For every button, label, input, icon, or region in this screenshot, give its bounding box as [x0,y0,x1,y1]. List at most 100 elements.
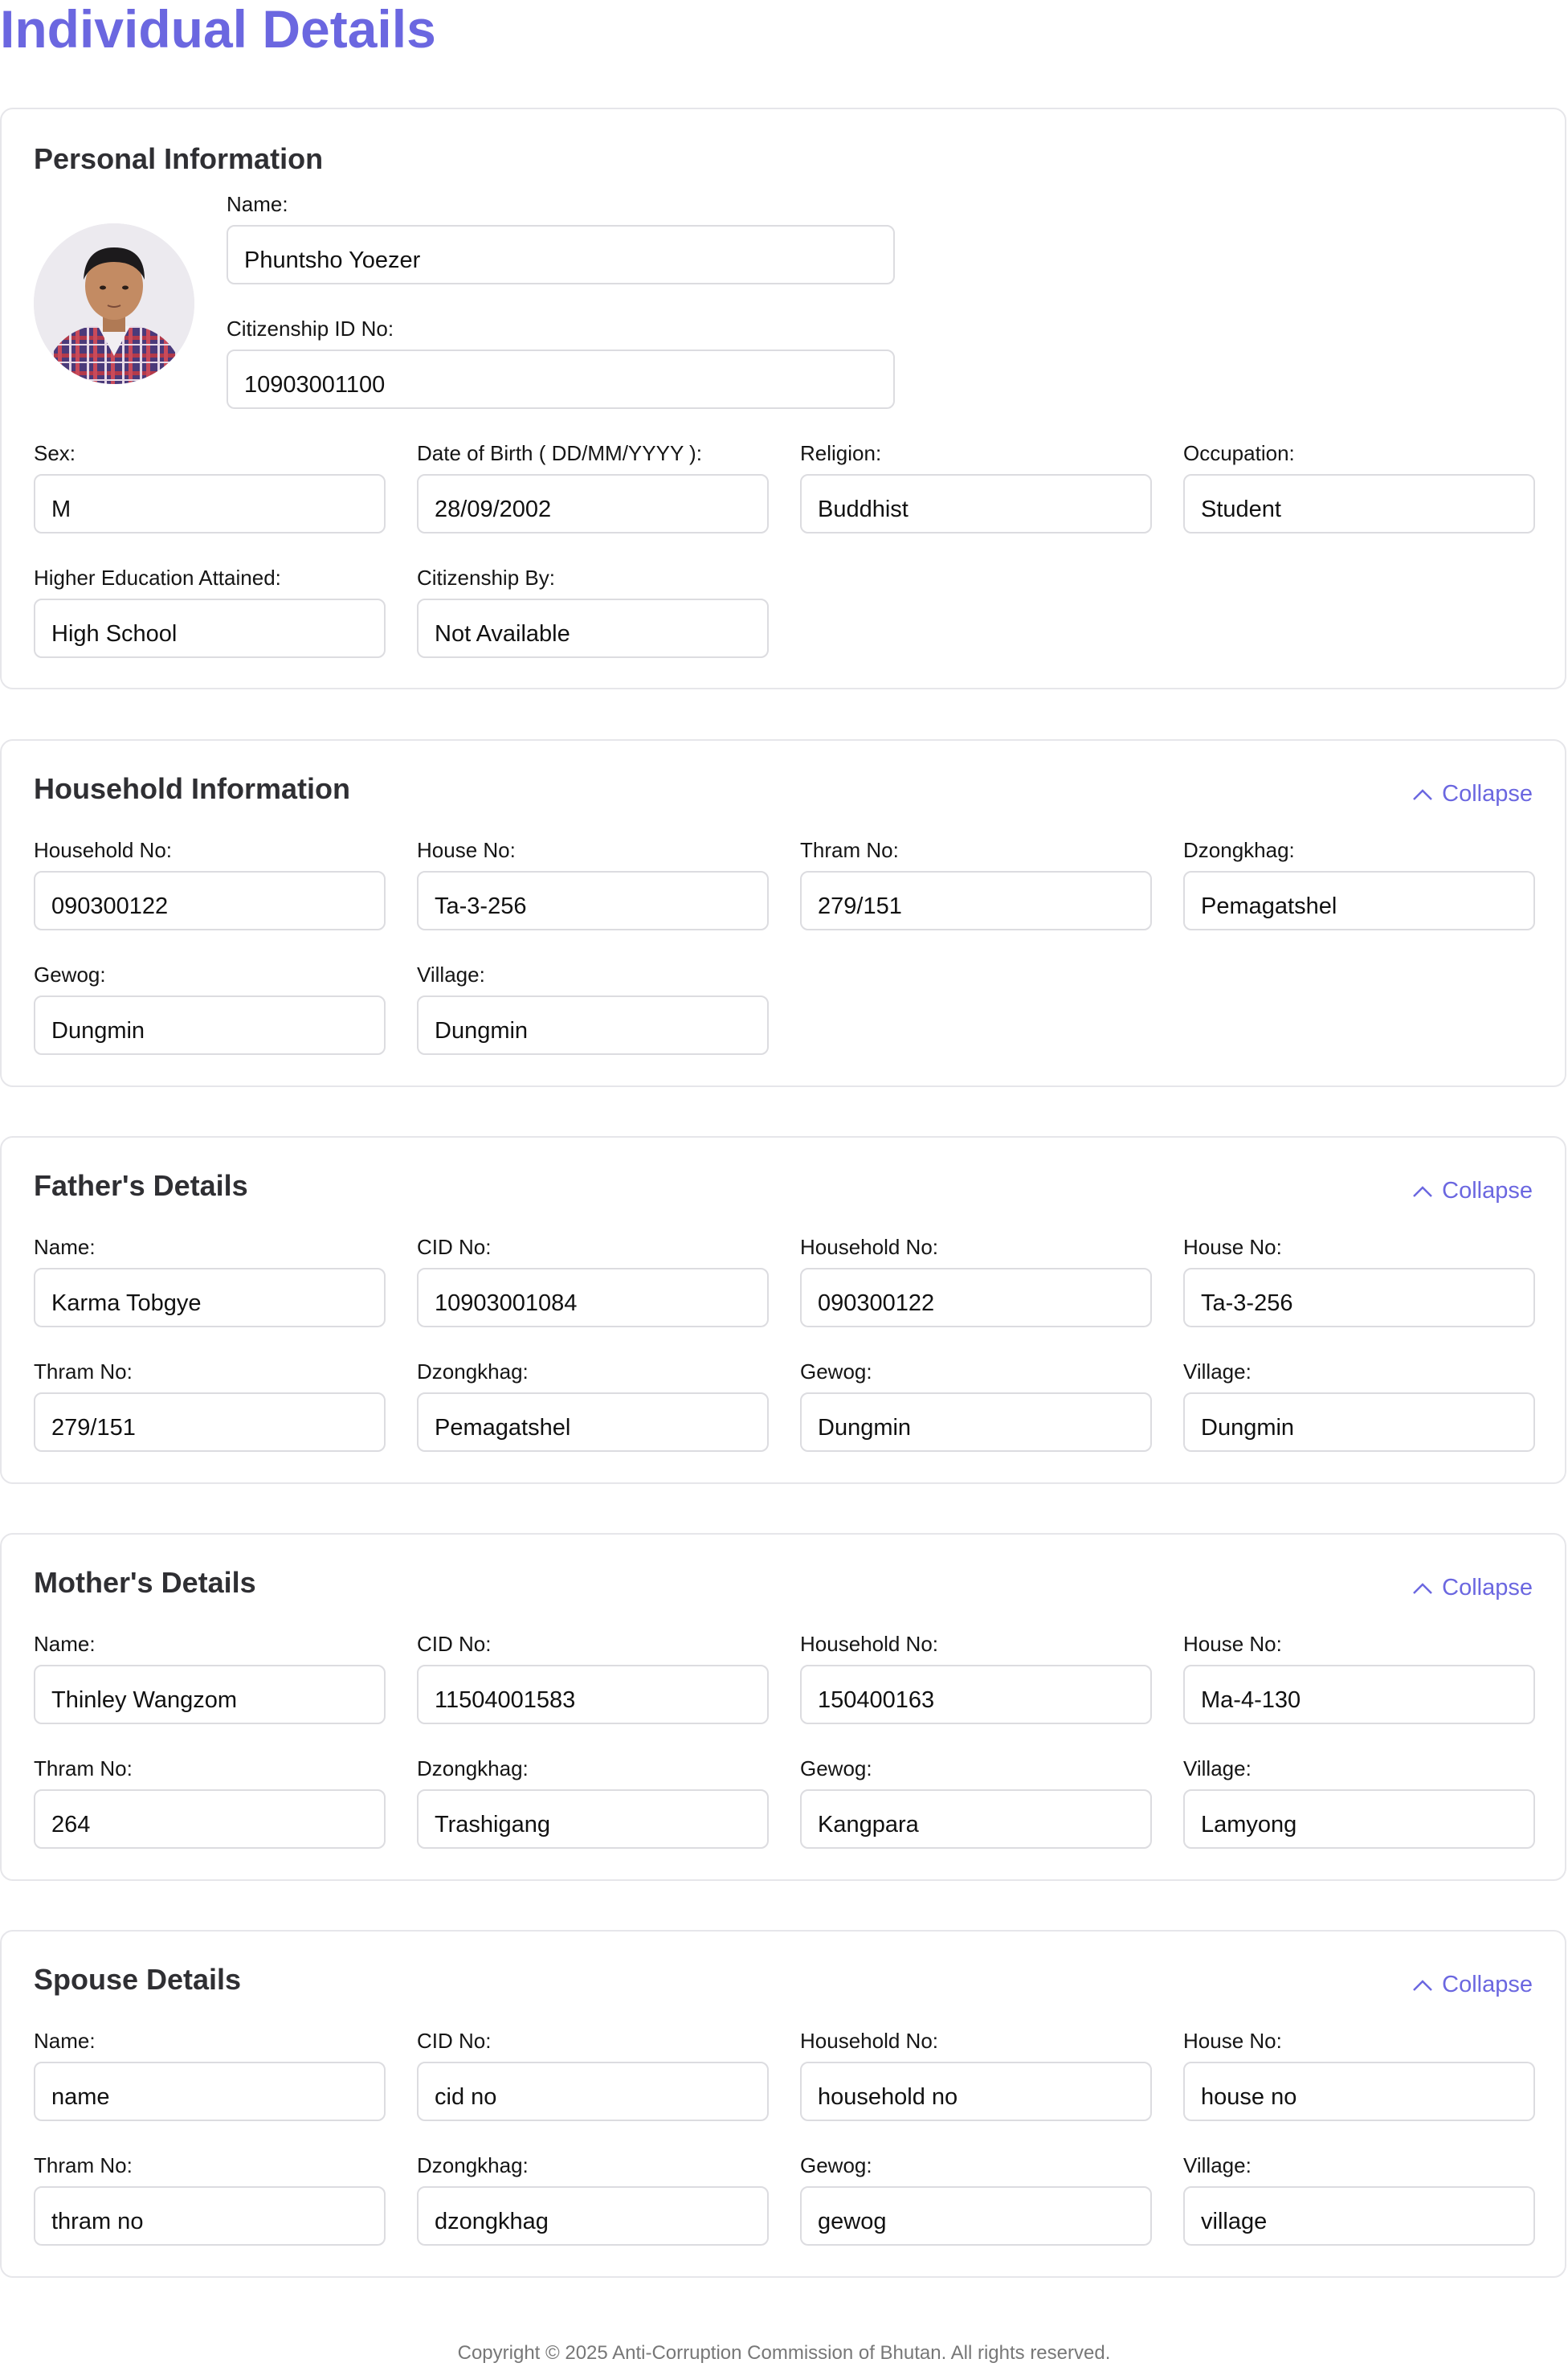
household-gewog-input[interactable] [34,995,386,1055]
personal-sex-field: Sex: [34,440,386,533]
personal-education-input[interactable] [34,599,386,658]
personal-education-label: Higher Education Attained: [34,566,281,590]
personal-name-label: Name: [227,192,288,216]
household-village-input[interactable] [417,995,769,1055]
household-house-no-input[interactable] [417,871,769,930]
household-dzongkhag-input[interactable] [1183,871,1535,930]
father-name-label: Name: [34,1235,96,1259]
father-house-no-input[interactable] [1183,1268,1535,1327]
mother-gewog-field: Gewog: [800,1756,1152,1849]
father-house-no-label: House No: [1183,1235,1282,1259]
father-gewog-input[interactable] [800,1392,1152,1452]
spouse-collapse-button[interactable]: Collapse [1411,1972,1533,1998]
spouse-thram-no-input[interactable] [34,2186,386,2246]
mother-gewog-label: Gewog: [800,1756,872,1780]
mother-dzongkhag-input[interactable] [417,1789,769,1849]
father-thram-no-field: Thram No: [34,1359,386,1452]
mother-village-label: Village: [1183,1756,1252,1780]
father-dzongkhag-input[interactable] [417,1392,769,1452]
mother-household-no-input[interactable] [800,1665,1152,1724]
father-details-title: Father's Details [34,1169,248,1202]
chevron-up-icon [1413,1979,1433,1991]
mother-thram-no-field: Thram No: [34,1756,386,1849]
household-no-input[interactable] [34,871,386,930]
personal-occupation-field: Occupation: [1183,440,1535,533]
household-house-no-field: House No: [417,837,769,930]
mother-cid-input[interactable] [417,1665,769,1724]
father-household-no-field: Household No: [800,1234,1152,1327]
spouse-household-no-input[interactable] [800,2062,1152,2121]
spouse-dzongkhag-input[interactable] [417,2186,769,2246]
personal-citizenship-by-field: Citizenship By: [417,565,769,658]
father-cid-field: CID No: [417,1234,769,1327]
personal-name-input[interactable] [227,225,895,284]
mother-name-input[interactable] [34,1665,386,1724]
father-details-card: Father's Details Collapse Name: CID No: … [0,1136,1566,1484]
personal-dob-input[interactable] [417,474,769,533]
father-dzongkhag-field: Dzongkhag: [417,1359,769,1452]
spouse-cid-label: CID No: [417,2029,492,2053]
mother-house-no-input[interactable] [1183,1665,1535,1724]
mother-household-no-label: Household No: [800,1632,938,1656]
household-dzongkhag-label: Dzongkhag: [1183,838,1295,862]
spouse-name-label: Name: [34,2029,96,2053]
father-gewog-field: Gewog: [800,1359,1152,1452]
household-collapse-button[interactable]: Collapse [1411,781,1533,807]
mother-gewog-input[interactable] [800,1789,1152,1849]
household-thram-no-input[interactable] [800,871,1152,930]
father-name-input[interactable] [34,1268,386,1327]
mother-thram-no-label: Thram No: [34,1756,133,1780]
chevron-up-icon [1413,1582,1433,1594]
spouse-thram-no-field: Thram No: [34,2152,386,2246]
mother-cid-label: CID No: [417,1632,492,1656]
father-village-input[interactable] [1183,1392,1535,1452]
spouse-gewog-field: Gewog: [800,2152,1152,2246]
mother-house-no-label: House No: [1183,1632,1282,1656]
mother-thram-no-input[interactable] [34,1789,386,1849]
spouse-gewog-input[interactable] [800,2186,1152,2246]
father-house-no-field: House No: [1183,1234,1535,1327]
personal-citizenship-by-input[interactable] [417,599,769,658]
personal-cid-input[interactable] [227,350,895,409]
personal-sex-label: Sex: [34,441,76,465]
mother-collapse-button[interactable]: Collapse [1411,1575,1533,1601]
household-information-card: Household Information Collapse Household… [0,739,1566,1087]
spouse-village-label: Village: [1183,2153,1252,2177]
personal-cid-label: Citizenship ID No: [227,317,394,341]
spouse-cid-input[interactable] [417,2062,769,2121]
father-household-no-label: Household No: [800,1235,938,1259]
mother-dzongkhag-field: Dzongkhag: [417,1756,769,1849]
father-thram-no-input[interactable] [34,1392,386,1452]
spouse-name-input[interactable] [34,2062,386,2121]
father-cid-label: CID No: [417,1235,492,1259]
father-collapse-label: Collapse [1442,1178,1533,1204]
personal-religion-input[interactable] [800,474,1152,533]
spouse-collapse-label: Collapse [1442,1972,1533,1997]
spouse-dzongkhag-label: Dzongkhag: [417,2153,529,2177]
personal-cid-field: Citizenship ID No: [227,316,895,409]
mother-details-title: Mother's Details [34,1566,256,1599]
personal-dob-label: Date of Birth ( DD/MM/YYYY ): [417,441,702,465]
user-photo-icon [34,223,194,384]
personal-name-field: Name: [227,191,895,284]
father-village-field: Village: [1183,1359,1535,1452]
spouse-village-input[interactable] [1183,2186,1535,2246]
mother-village-input[interactable] [1183,1789,1535,1849]
personal-occupation-label: Occupation: [1183,441,1295,465]
spouse-house-no-label: House No: [1183,2029,1282,2053]
father-cid-input[interactable] [417,1268,769,1327]
father-household-no-input[interactable] [800,1268,1152,1327]
spouse-household-no-field: Household No: [800,2028,1152,2121]
personal-occupation-input[interactable] [1183,474,1535,533]
father-collapse-button[interactable]: Collapse [1411,1178,1533,1204]
spouse-house-no-input[interactable] [1183,2062,1535,2121]
spouse-village-field: Village: [1183,2152,1535,2246]
personal-religion-field: Religion: [800,440,1152,533]
father-thram-no-label: Thram No: [34,1359,133,1384]
personal-sex-input[interactable] [34,474,386,533]
spouse-cid-field: CID No: [417,2028,769,2121]
household-dzongkhag-field: Dzongkhag: [1183,837,1535,930]
mother-village-field: Village: [1183,1756,1535,1849]
father-gewog-label: Gewog: [800,1359,872,1384]
avatar [34,223,194,384]
